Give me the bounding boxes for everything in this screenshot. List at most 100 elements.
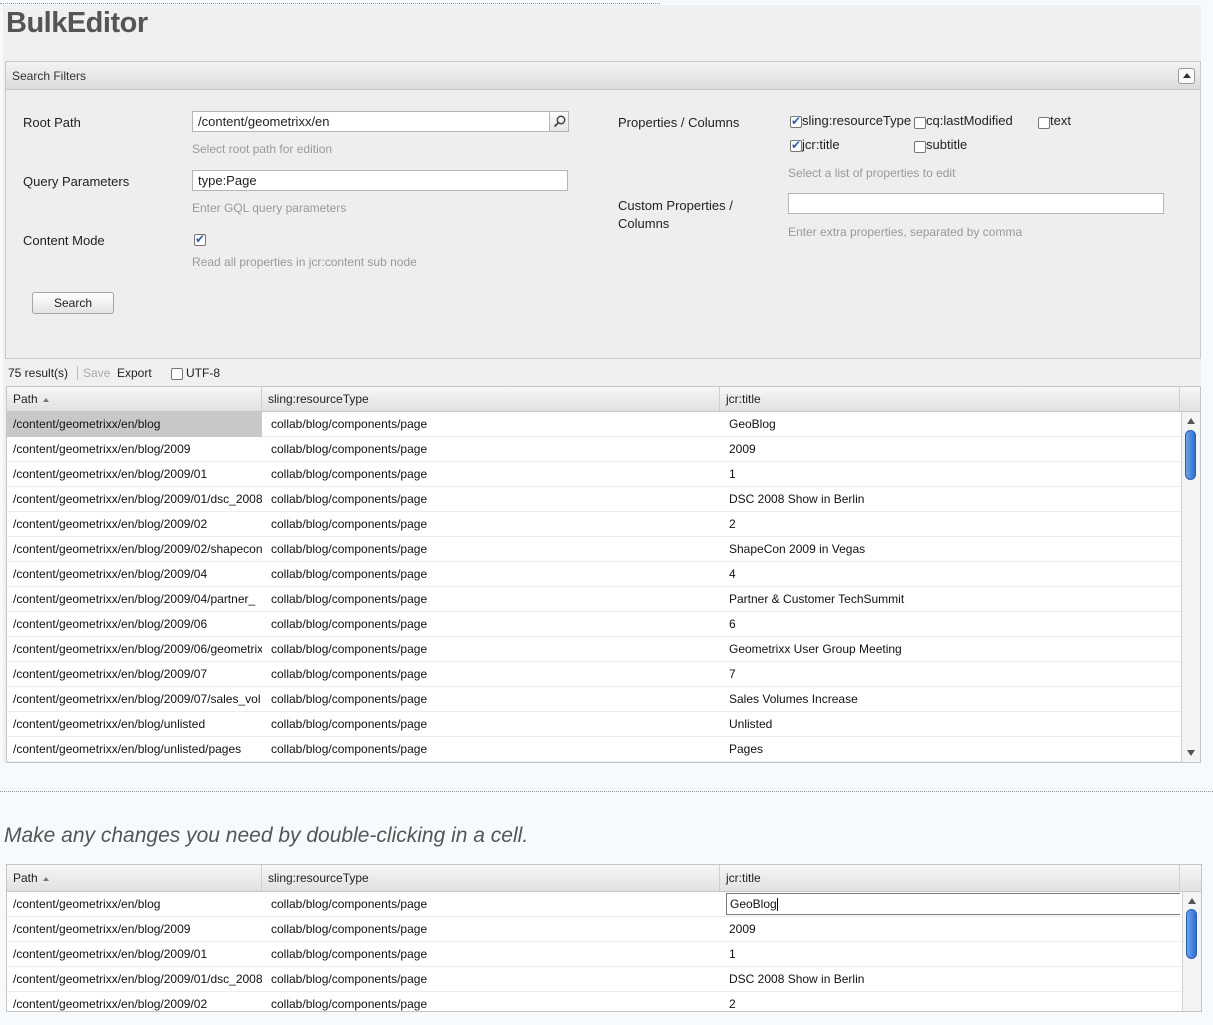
scroll-down-icon[interactable]: [1187, 750, 1195, 756]
title-cell[interactable]: 1: [723, 942, 1180, 967]
table-row[interactable]: /content/geometrixx/en/blog/2009/01/dsc_…: [7, 967, 1183, 992]
resourcetype-cell[interactable]: collab/blog/components/page: [265, 612, 720, 637]
search-icon[interactable]: [549, 111, 569, 132]
title-cell[interactable]: Partner & Customer TechSummit: [723, 587, 1180, 612]
jcr-title-checkbox[interactable]: [790, 138, 802, 152]
resourcetype-cell[interactable]: collab/blog/components/page: [265, 917, 720, 942]
resourcetype-cell[interactable]: collab/blog/components/page: [265, 587, 720, 612]
title-cell[interactable]: 1: [723, 462, 1180, 487]
resourcetype-cell[interactable]: collab/blog/components/page: [265, 487, 720, 512]
content-mode-checkbox[interactable]: [194, 232, 206, 246]
save-button[interactable]: Save: [83, 366, 110, 380]
path-cell[interactable]: /content/geometrixx/en/blog/2009/02: [7, 992, 262, 1011]
scroll-thumb[interactable]: [1186, 909, 1197, 959]
resourcetype-cell[interactable]: collab/blog/components/page: [265, 512, 720, 537]
table-row[interactable]: /content/geometrixx/en/blog/2009/06 colla…: [7, 612, 1182, 637]
column-header-title[interactable]: jcr:title: [720, 387, 1180, 411]
title-cell[interactable]: 6: [723, 612, 1180, 637]
path-cell[interactable]: /content/geometrixx/en/blog/unlisted/pag…: [7, 737, 262, 762]
custom-properties-input[interactable]: [788, 193, 1164, 214]
path-cell[interactable]: /content/geometrixx/en/blog/2009/07/sale…: [7, 687, 262, 712]
subtitle-checkbox[interactable]: [914, 141, 926, 153]
root-path-input[interactable]: /content/geometrixx/en: [192, 111, 550, 132]
table-row[interactable]: /content/geometrixx/en/blog/2009 collab/b…: [7, 917, 1183, 942]
resourcetype-cell[interactable]: collab/blog/components/page: [265, 437, 720, 462]
text-checkbox[interactable]: [1038, 117, 1050, 129]
scroll-thumb[interactable]: [1185, 430, 1196, 480]
table-row[interactable]: /content/geometrixx/en/blog/2009/04 colla…: [7, 562, 1182, 587]
path-cell[interactable]: /content/geometrixx/en/blog/2009/01/dsc_…: [7, 487, 262, 512]
resourcetype-cell[interactable]: collab/blog/components/page: [265, 892, 720, 917]
column-header-resourcetype[interactable]: sling:resourceType: [262, 387, 720, 411]
path-cell[interactable]: /content/geometrixx/en/blog/2009/01/dsc_…: [7, 967, 262, 992]
sling-resourcetype-checkbox[interactable]: [790, 114, 802, 128]
path-cell[interactable]: /content/geometrixx/en/blog/2009/01: [7, 942, 262, 967]
title-cell[interactable]: 2009: [723, 917, 1180, 942]
table-row[interactable]: /content/geometrixx/en/blog/2009/01 colla…: [7, 942, 1183, 967]
path-cell[interactable]: /content/geometrixx/en/blog/2009: [7, 917, 262, 942]
edit-column-header-path[interactable]: Path: [7, 865, 262, 891]
export-button[interactable]: Export: [117, 366, 152, 380]
scroll-up-icon[interactable]: [1187, 418, 1195, 424]
path-cell[interactable]: /content/geometrixx/en/blog/2009/02/shap…: [7, 537, 262, 562]
resourcetype-cell[interactable]: collab/blog/components/page: [265, 537, 720, 562]
path-cell[interactable]: /content/geometrixx/en/blog: [7, 892, 262, 917]
table-row[interactable]: /content/geometrixx/en/blog/unlisted coll…: [7, 712, 1182, 737]
title-cell[interactable]: Geometrixx User Group Meeting: [723, 637, 1180, 662]
table-row[interactable]: /content/geometrixx/en/blog/2009/07/sale…: [7, 687, 1182, 712]
resourcetype-cell[interactable]: collab/blog/components/page: [265, 737, 720, 762]
path-cell[interactable]: /content/geometrixx/en/blog/2009/04: [7, 562, 262, 587]
edit-column-header-resourcetype[interactable]: sling:resourceType: [262, 865, 720, 891]
resourcetype-cell[interactable]: collab/blog/components/page: [265, 967, 720, 992]
title-cell[interactable]: 7: [723, 662, 1180, 687]
path-cell[interactable]: /content/geometrixx/en/blog/2009/06/geom…: [7, 637, 262, 662]
cell-edit-input[interactable]: GeoBlog: [726, 893, 1180, 915]
table-row[interactable]: /content/geometrixx/en/blog/2009/04/part…: [7, 587, 1182, 612]
path-cell[interactable]: /content/geometrixx/en/blog/2009/02: [7, 512, 262, 537]
vertical-scrollbar[interactable]: [1181, 412, 1200, 762]
table-row[interactable]: /content/geometrixx/en/blog/2009 collab/b…: [7, 437, 1182, 462]
resourcetype-cell[interactable]: collab/blog/components/page: [265, 942, 720, 967]
edit-column-header-title[interactable]: jcr:title: [720, 865, 1180, 891]
scroll-up-icon[interactable]: [1188, 898, 1196, 904]
title-cell[interactable]: ShapeCon 2009 in Vegas: [723, 537, 1180, 562]
table-row[interactable]: /content/geometrixx/en/blog/2009/01/dsc_…: [7, 487, 1182, 512]
utf8-checkbox[interactable]: [171, 368, 183, 380]
table-row[interactable]: /content/geometrixx/en/blog/2009/02/shap…: [7, 537, 1182, 562]
path-cell[interactable]: /content/geometrixx/en/blog/2009/04/part…: [7, 587, 262, 612]
resourcetype-cell[interactable]: collab/blog/components/page: [265, 562, 720, 587]
resourcetype-cell[interactable]: collab/blog/components/page: [265, 662, 720, 687]
title-cell[interactable]: Pages: [723, 737, 1180, 762]
edit-vertical-scrollbar[interactable]: [1182, 892, 1201, 1011]
title-cell[interactable]: 4: [723, 562, 1180, 587]
title-cell[interactable]: Sales Volumes Increase: [723, 687, 1180, 712]
resourcetype-cell[interactable]: collab/blog/components/page: [265, 712, 720, 737]
table-row[interactable]: /content/geometrixx/en/blog/unlisted/pag…: [7, 737, 1182, 762]
resourcetype-cell[interactable]: collab/blog/components/page: [265, 462, 720, 487]
resourcetype-cell[interactable]: collab/blog/components/page: [265, 992, 720, 1011]
table-row[interactable]: /content/geometrixx/en/blog/2009/01 colla…: [7, 462, 1182, 487]
table-row[interactable]: /content/geometrixx/en/blog/2009/07 colla…: [7, 662, 1182, 687]
query-parameters-input[interactable]: type:Page: [192, 170, 568, 191]
table-row[interactable]: /content/geometrixx/en/blog collab/blog/c…: [7, 892, 1183, 917]
resourcetype-cell[interactable]: collab/blog/components/page: [265, 637, 720, 662]
title-cell[interactable]: DSC 2008 Show in Berlin: [723, 967, 1180, 992]
column-header-path[interactable]: Path: [7, 387, 262, 411]
title-cell[interactable]: 2: [723, 512, 1180, 537]
path-cell[interactable]: /content/geometrixx/en/blog: [7, 412, 262, 437]
title-cell[interactable]: DSC 2008 Show in Berlin: [723, 487, 1180, 512]
table-row[interactable]: /content/geometrixx/en/blog/2009/02 colla…: [7, 512, 1182, 537]
resourcetype-cell[interactable]: collab/blog/components/page: [265, 412, 720, 437]
search-button[interactable]: Search: [32, 292, 114, 314]
table-row[interactable]: /content/geometrixx/en/blog collab/blog/c…: [7, 412, 1182, 437]
title-cell[interactable]: GeoBlog: [723, 412, 1180, 437]
table-row[interactable]: /content/geometrixx/en/blog/2009/06/geom…: [7, 637, 1182, 662]
table-row[interactable]: /content/geometrixx/en/blog/2009/02 colla…: [7, 992, 1183, 1011]
resourcetype-cell[interactable]: collab/blog/components/page: [265, 687, 720, 712]
title-cell[interactable]: 2: [723, 992, 1180, 1011]
path-cell[interactable]: /content/geometrixx/en/blog/2009: [7, 437, 262, 462]
title-cell[interactable]: 2009: [723, 437, 1180, 462]
title-cell[interactable]: Unlisted: [723, 712, 1180, 737]
path-cell[interactable]: /content/geometrixx/en/blog/2009/07: [7, 662, 262, 687]
path-cell[interactable]: /content/geometrixx/en/blog/2009/06: [7, 612, 262, 637]
